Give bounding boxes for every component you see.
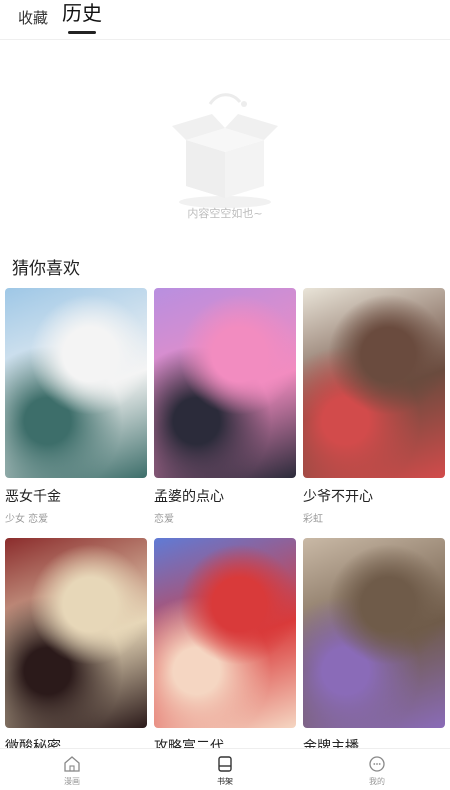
comic-cover[interactable] (154, 288, 296, 478)
comic-cover[interactable] (303, 538, 445, 728)
profile-icon (369, 756, 385, 772)
comic-cover[interactable] (5, 288, 147, 478)
comic-cover[interactable] (303, 288, 445, 478)
comic-tags: 少女 恋爱 (5, 514, 49, 525)
comic-tags: 恋爱 (154, 514, 174, 525)
comic-cover[interactable] (154, 538, 296, 728)
nav-label: 漫画 (64, 777, 80, 786)
nav-item-profile[interactable]: 我的 (347, 755, 407, 787)
comic-title[interactable]: 少爷不开心 (303, 486, 373, 506)
active-tab-indicator (68, 31, 96, 34)
comic-title[interactable]: 孟婆的点心 (154, 486, 224, 506)
nav-label: 我的 (369, 777, 385, 786)
bottom-nav: 漫画 书架 我的 (0, 748, 450, 790)
home-icon (64, 756, 80, 772)
comic-tags: 彩虹 (303, 514, 323, 525)
empty-state-text: 内容空空如也~ (187, 207, 263, 220)
comic-title[interactable]: 恶女千金 (5, 486, 61, 506)
tab-history[interactable]: 历史 (62, 0, 102, 40)
empty-state: 内容空空如也~ (0, 40, 450, 240)
bookshelf-icon (218, 756, 232, 772)
section-title: 猜你喜欢 (12, 259, 80, 279)
tab-favorites[interactable]: 收藏 (18, 0, 48, 40)
empty-box-icon (172, 93, 278, 208)
nav-label: 书架 (217, 777, 233, 786)
header: 收藏 历史 (0, 0, 450, 40)
nav-item-bookshelf[interactable]: 书架 (195, 755, 255, 787)
comic-cover[interactable] (5, 538, 147, 728)
nav-item-comics[interactable]: 漫画 (42, 755, 102, 787)
